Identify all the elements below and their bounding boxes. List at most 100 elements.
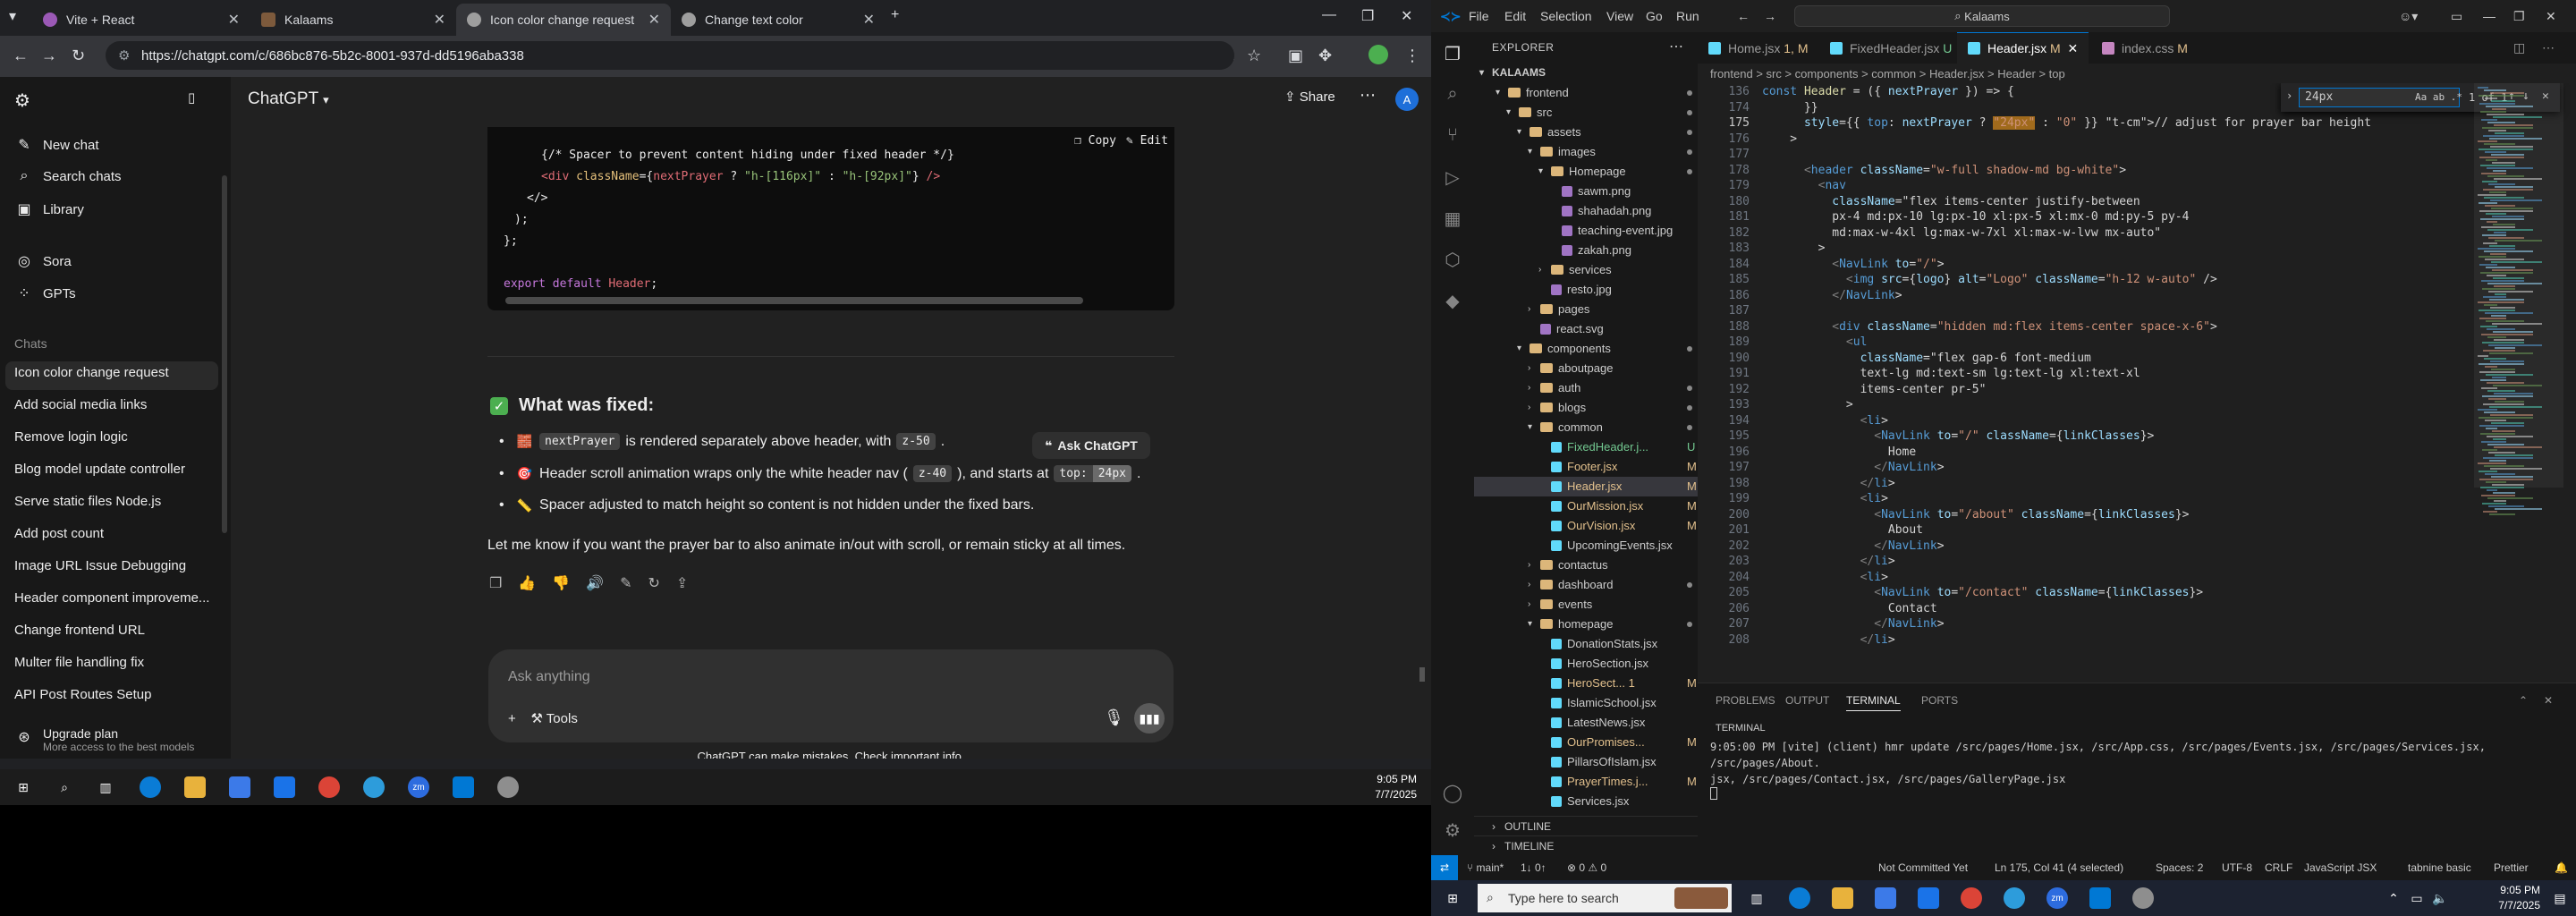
tree-file[interactable]: teaching-event.jpg: [1549, 224, 1673, 237]
tree-file[interactable]: OurVision.jsx: [1538, 519, 1635, 532]
tabnine-icon[interactable]: ◆: [1442, 290, 1463, 311]
workspace-root[interactable]: ▾ KALAAMS: [1479, 66, 1546, 79]
chat-history-item[interactable]: Add post count: [14, 526, 216, 541]
tree-file[interactable]: LatestNews.jsx: [1538, 716, 1645, 729]
tree-folder[interactable]: ▾ images: [1528, 145, 1596, 158]
tree-file[interactable]: FixedHeader.j...: [1538, 440, 1648, 454]
tree-folder[interactable]: › blogs: [1528, 401, 1586, 414]
tab-change-text-color[interactable]: Change text color ✕: [671, 4, 886, 36]
panel-tab-problems[interactable]: PROBLEMS: [1716, 694, 1775, 707]
editor-tab-header[interactable]: Header.jsx M ✕: [1957, 32, 2089, 64]
tree-file[interactable]: Header.jsx: [1538, 479, 1622, 493]
app-icon[interactable]: [2004, 887, 2025, 909]
new-tab-button[interactable]: +: [891, 7, 899, 23]
chrome-menu-icon[interactable]: ⋮: [1404, 47, 1420, 65]
maximize-panel-icon[interactable]: ⌃: [2519, 694, 2528, 707]
tree-file[interactable]: OurPromises...: [1538, 735, 1645, 749]
panel-tab-ports[interactable]: PORTS: [1921, 694, 1958, 707]
code-editor[interactable]: 136 const Header = ({ nextPrayer }) => {1…: [1698, 83, 2576, 683]
more-options-icon[interactable]: ⋯: [1360, 86, 1376, 105]
chat-history-item[interactable]: Add social media links: [14, 397, 216, 412]
store-icon[interactable]: [1875, 887, 1896, 909]
code-horizontal-scrollbar[interactable]: [505, 297, 1083, 304]
app-icon[interactable]: [497, 776, 519, 798]
close-icon[interactable]: ✕: [228, 11, 240, 29]
address-bar[interactable]: ⚙ https://chatgpt.com/c/686bc876-5b2c-80…: [106, 41, 1234, 70]
chrome-icon[interactable]: [1961, 887, 1982, 909]
prompt-input[interactable]: Ask anything: [508, 669, 590, 685]
app-icon[interactable]: [363, 776, 385, 798]
chrome-icon[interactable]: [318, 776, 340, 798]
tree-folder[interactable]: ▾ Homepage: [1538, 165, 1626, 178]
site-info-icon[interactable]: ⚙: [118, 47, 130, 64]
toggle-panel-icon[interactable]: ▭: [2451, 9, 2462, 24]
close-sidebar-icon[interactable]: ▯: [188, 89, 195, 106]
store-icon[interactable]: [229, 776, 250, 798]
outline-section[interactable]: › OUTLINE: [1474, 816, 1698, 835]
maximize-icon[interactable]: ❐: [2513, 9, 2525, 24]
tree-folder[interactable]: ▾ components: [1517, 342, 1611, 355]
remote-indicator-icon[interactable]: ⇄: [1431, 855, 1458, 880]
close-window-icon[interactable]: ✕: [2546, 9, 2556, 24]
menu-file[interactable]: File: [1469, 9, 1489, 23]
panel-tab-terminal[interactable]: TERMINAL: [1846, 694, 1901, 711]
extension-icon[interactable]: ▣: [1288, 47, 1303, 65]
regenerate-icon[interactable]: ↻: [648, 574, 660, 592]
zoom-icon[interactable]: zm: [2046, 887, 2068, 909]
new-chat-button[interactable]: ✎ New chat: [14, 136, 98, 154]
taskbar-clock[interactable]: 9:05 PM 7/7/2025: [1375, 772, 1417, 802]
manage-gear-icon[interactable]: ⚙: [1442, 819, 1463, 841]
file-explorer-icon[interactable]: [184, 776, 206, 798]
ask-chatgpt-button[interactable]: ❝ Ask ChatGPT: [1032, 432, 1150, 459]
chat-history-item[interactable]: Icon color change request: [14, 365, 216, 380]
tree-file[interactable]: resto.jpg: [1538, 283, 1612, 296]
maximize-icon[interactable]: ❐: [1361, 7, 1374, 25]
thumbs-down-icon[interactable]: 👎: [552, 574, 570, 592]
voice-mode-icon[interactable]: ▮▮▮: [1134, 703, 1165, 734]
extensions-icon[interactable]: ▦: [1442, 208, 1463, 229]
copy-button[interactable]: ❐ Copy: [1074, 134, 1116, 148]
panel-tab-output[interactable]: OUTPUT: [1785, 694, 1829, 707]
openai-logo-icon[interactable]: ⚙: [14, 89, 30, 112]
windows-start-icon[interactable]: ⊞: [1442, 887, 1463, 909]
close-icon[interactable]: ✕: [2544, 694, 2553, 707]
editor-tab-index-css[interactable]: index.css M: [2091, 32, 2199, 64]
problems-status[interactable]: ⊗ 0 ⚠ 0: [1567, 861, 1606, 874]
tree-file[interactable]: shahadah.png: [1549, 204, 1651, 217]
edge-icon[interactable]: [1789, 887, 1810, 909]
tabnine-status[interactable]: tabnine basic: [2408, 861, 2471, 874]
share-icon[interactable]: ⇪: [676, 574, 688, 592]
weather-widget-icon[interactable]: [1674, 887, 1728, 909]
copy-icon[interactable]: ❐: [489, 574, 502, 592]
tab-vite-react[interactable]: Vite + React ✕: [32, 4, 250, 36]
search-icon[interactable]: ⌕: [54, 776, 75, 798]
terminal-output[interactable]: 9:05:00 PM [vite] (client) hmr update /s…: [1710, 739, 2569, 800]
vscode-icon[interactable]: [2089, 887, 2111, 909]
chat-history-item[interactable]: Remove login logic: [14, 429, 216, 445]
tree-file[interactable]: HeroSect... 1: [1538, 676, 1635, 690]
thumbs-up-icon[interactable]: 👍: [518, 574, 536, 592]
vscode-icon[interactable]: [453, 776, 474, 798]
chat-history-item[interactable]: Change frontend URL: [14, 623, 216, 638]
more-actions-icon[interactable]: ⋯: [1669, 38, 1684, 55]
volume-icon[interactable]: 🔈: [2429, 887, 2451, 909]
tree-folder[interactable]: › events: [1528, 598, 1592, 611]
tree-folder[interactable]: › pages: [1528, 302, 1589, 316]
windows-start-icon[interactable]: ⊞: [13, 776, 34, 798]
task-view-icon[interactable]: ▥: [1746, 887, 1767, 909]
menu-view[interactable]: View: [1606, 9, 1633, 23]
chat-history-item[interactable]: API Post Routes Setup: [14, 687, 216, 702]
tree-file[interactable]: OurMission.jsx: [1538, 499, 1643, 513]
tree-folder[interactable]: ▾ homepage: [1528, 617, 1613, 631]
chat-history-item[interactable]: Image URL Issue Debugging: [14, 558, 216, 573]
run-debug-icon[interactable]: ▷: [1442, 166, 1463, 188]
tree-file[interactable]: PrayerTimes.j...: [1538, 775, 1648, 788]
tree-folder[interactable]: › dashboard: [1528, 578, 1613, 591]
git-branch[interactable]: ⑂ main*: [1467, 861, 1504, 874]
zoom-icon[interactable]: zm: [408, 776, 429, 798]
network-icon[interactable]: ▭: [2406, 887, 2428, 909]
tree-folder[interactable]: ▾ frontend: [1496, 86, 1569, 99]
mail-icon[interactable]: [274, 776, 295, 798]
chat-history-item[interactable]: Serve static files Node.js: [14, 494, 216, 509]
user-avatar[interactable]: A: [1395, 88, 1419, 111]
